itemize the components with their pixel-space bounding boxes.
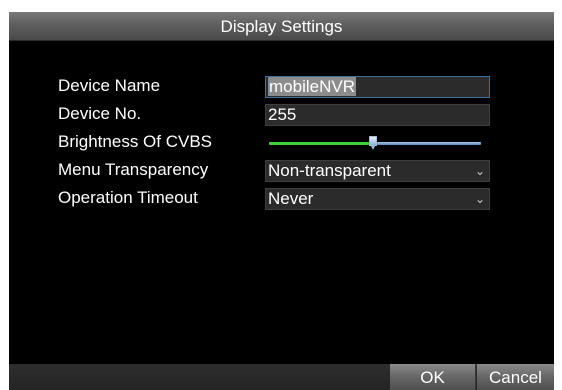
- device-name-input[interactable]: mobileNVR: [265, 76, 490, 98]
- device-no-input[interactable]: 255: [265, 104, 490, 126]
- operation-timeout-select[interactable]: Never ⌄: [265, 188, 490, 210]
- title-bar: Display Settings: [9, 12, 554, 41]
- ok-button[interactable]: OK: [390, 364, 476, 390]
- dialog-title: Display Settings: [220, 17, 343, 36]
- brightness-track-fill: [269, 142, 369, 145]
- chevron-down-icon: ⌄: [474, 192, 485, 206]
- menu-transparency-label: Menu Transparency: [58, 160, 209, 179]
- operation-timeout-value: Never: [268, 189, 314, 208]
- chevron-down-icon: ⌄: [474, 164, 485, 178]
- menu-transparency-select[interactable]: Non-transparent ⌄: [265, 160, 490, 182]
- operation-timeout-label: Operation Timeout: [58, 188, 198, 207]
- device-name-value: mobileNVR: [268, 77, 356, 96]
- brightness-slider-thumb[interactable]: [368, 136, 377, 150]
- device-no-value: 255: [268, 105, 297, 124]
- display-settings-dialog: Display Settings Device Name mobileNVR D…: [9, 12, 554, 390]
- device-no-label: Device No.: [58, 104, 142, 123]
- brightness-label: Brightness Of CVBS: [58, 132, 213, 151]
- menu-transparency-value: Non-transparent: [268, 161, 391, 180]
- brightness-slider[interactable]: [265, 136, 490, 150]
- brightness-track-rest: [376, 142, 481, 145]
- cancel-button[interactable]: Cancel: [477, 364, 554, 390]
- button-bar: OK Cancel: [9, 364, 554, 390]
- device-name-label: Device Name: [58, 76, 161, 95]
